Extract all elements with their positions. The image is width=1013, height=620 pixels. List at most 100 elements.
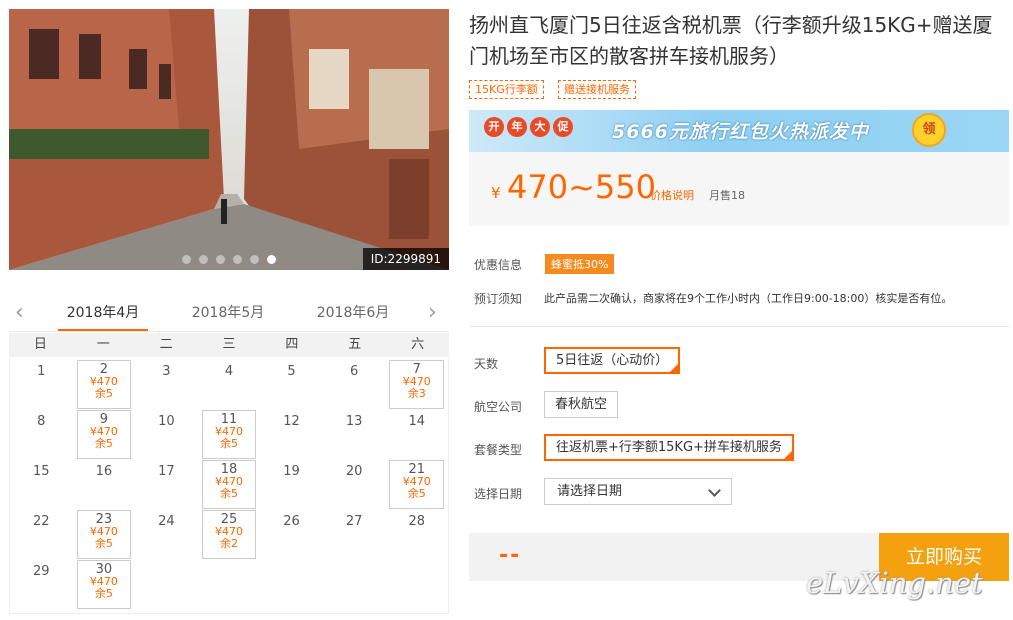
calendar-month-nav: ‹ 2018年4月 2018年5月 2018年6月 › <box>9 296 449 332</box>
day-number: 20 <box>345 464 363 479</box>
chevron-right-icon[interactable]: › <box>428 302 437 324</box>
calendar-day: 29 <box>10 558 73 608</box>
tab-month-june[interactable]: 2018年6月 <box>308 302 398 329</box>
calendar-day: 14 <box>385 408 448 458</box>
monthly-sales: 月售18 <box>709 189 745 202</box>
airline-option[interactable]: 春秋航空 <box>544 391 619 418</box>
day-number: 8 <box>37 414 46 429</box>
tab-month-may[interactable]: 2018年5月 <box>183 302 273 329</box>
day-number: 27 <box>345 514 363 529</box>
date-select-placeholder: 请选择日期 <box>557 484 623 499</box>
calendar-day: 4 <box>198 358 261 408</box>
price-range: 470~550 <box>507 168 656 206</box>
chevron-left-icon[interactable]: ‹ <box>15 302 24 324</box>
calendar-day-available[interactable]: 2 ¥470 余5 <box>73 358 136 409</box>
product-title: 扬州直飞厦门5日往返含税机票（行李额升级15KG+赠送厦门机场至市区的散客拼车接… <box>469 13 993 68</box>
carousel-dot[interactable] <box>199 255 208 264</box>
carousel-dot[interactable] <box>250 255 259 264</box>
chevron-down-icon <box>708 484 721 497</box>
day-number: 12 <box>283 414 300 429</box>
calendar-day: 6 <box>323 358 386 408</box>
calendar-day: 17 <box>135 458 198 508</box>
calendar-day-available[interactable]: 9 ¥470 余5 <box>73 408 136 459</box>
calendar-day-available[interactable]: 30 ¥470 余5 <box>73 558 136 609</box>
days-option-selected[interactable]: 5日往返（心动价） <box>544 347 681 374</box>
calendar-day: 10 <box>135 408 198 458</box>
day-number: 25 <box>220 512 238 527</box>
price-calendar: ‹ 2018年4月 2018年5月 2018年6月 › 日 一 二 三 四 五 … <box>9 296 449 614</box>
weekday-sun: 日 <box>33 337 47 352</box>
tag-baggage: 15KG行李额 <box>469 80 544 99</box>
day-stock: 余5 <box>219 487 238 500</box>
carousel-dot[interactable] <box>182 255 191 264</box>
calendar-day: 24 <box>135 508 198 558</box>
day-stock: 余5 <box>219 437 238 450</box>
calendar-day-available[interactable]: 11 ¥470 余5 <box>198 408 261 459</box>
day-number: 1 <box>37 364 46 379</box>
day-number: 23 <box>95 512 113 527</box>
day-number: 19 <box>283 464 300 479</box>
day-stock: 余5 <box>94 387 113 400</box>
calendar-day: 20 <box>323 458 386 508</box>
weekday-thu: 四 <box>285 337 299 352</box>
price-note-link[interactable]: 价格说明 <box>650 187 694 203</box>
calendar-day-available[interactable]: 7 ¥470 余3 <box>385 358 448 409</box>
tag-pickup: 赠送接机服务 <box>558 80 636 99</box>
calendar-day-available[interactable]: 21 ¥470 余5 <box>385 458 448 509</box>
day-number: 30 <box>95 562 113 577</box>
day-number: 21 <box>408 462 425 477</box>
date-label: 选择日期 <box>474 487 523 501</box>
weekday-fri: 五 <box>348 337 362 352</box>
day-stock: 余5 <box>407 487 426 500</box>
price-box: ¥ 470~550 价格说明 月售18 <box>469 152 1009 226</box>
day-number: 10 <box>158 414 175 429</box>
divider <box>469 326 1009 327</box>
date-select[interactable]: 请选择日期 <box>544 478 732 505</box>
calendar-day: 22 <box>10 508 73 558</box>
total-price: -- <box>499 543 522 568</box>
day-number: 24 <box>158 514 175 529</box>
carousel-dot[interactable] <box>233 255 242 264</box>
day-number: 16 <box>95 464 113 479</box>
airline-label: 航空公司 <box>474 400 523 414</box>
tab-month-april[interactable]: 2018年4月 <box>58 302 148 331</box>
day-number: 22 <box>33 514 50 529</box>
day-stock: 余5 <box>94 587 113 600</box>
promo-badge-char: 大 <box>530 117 550 137</box>
day-number: 5 <box>287 364 296 379</box>
calendar-day: 28 <box>385 508 448 558</box>
calendar-day: 15 <box>10 458 73 508</box>
alley-street-image <box>9 9 449 270</box>
day-stock: 余5 <box>94 437 113 450</box>
day-number: 18 <box>220 462 238 477</box>
calendar-day: 27 <box>323 508 386 558</box>
calendar-day-available[interactable]: 25 ¥470 余2 <box>198 508 261 559</box>
calendar-day-available[interactable]: 23 ¥470 余5 <box>73 508 136 559</box>
day-number: 28 <box>408 514 425 529</box>
coupon-claim-icon[interactable]: 领 <box>912 113 946 147</box>
calendar-day: 1 <box>10 358 73 408</box>
calendar-day: 3 <box>135 358 198 408</box>
day-number: 6 <box>349 364 359 379</box>
day-number: 29 <box>33 564 50 579</box>
carousel-dot[interactable] <box>267 255 276 264</box>
day-number: 9 <box>99 412 108 427</box>
calendar-day-available[interactable]: 18 ¥470 余5 <box>198 458 261 509</box>
day-number: 3 <box>162 364 171 379</box>
calendar-day-grid: 1 2 ¥470 余5 3 4 5 6 7 ¥470 余3 8 9 ¥470 余5 10 11 ¥470 余5 12 1… <box>9 358 449 614</box>
currency-symbol: ¥ <box>491 184 501 202</box>
product-photo[interactable]: ID:2299891 <box>9 9 449 270</box>
days-label: 天数 <box>474 357 499 371</box>
calendar-day: 19 <box>260 458 323 508</box>
calendar-day: 16 <box>73 458 136 508</box>
package-option-selected[interactable]: 往返机票+行李额15KG+拼车接机服务 <box>544 434 794 461</box>
carousel-dot[interactable] <box>216 255 225 264</box>
promo-badge-char: 促 <box>553 117 573 137</box>
day-number: 11 <box>220 412 238 427</box>
calendar-day: 13 <box>323 408 386 458</box>
notice-label: 预订须知 <box>474 292 523 306</box>
day-number: 13 <box>345 414 363 429</box>
weekday-tue: 二 <box>159 337 173 352</box>
promo-badge-char: 年 <box>507 117 527 137</box>
promo-banner[interactable]: 开 年 大 促 5666元旅行红包火热派发中 领 <box>469 110 1009 152</box>
